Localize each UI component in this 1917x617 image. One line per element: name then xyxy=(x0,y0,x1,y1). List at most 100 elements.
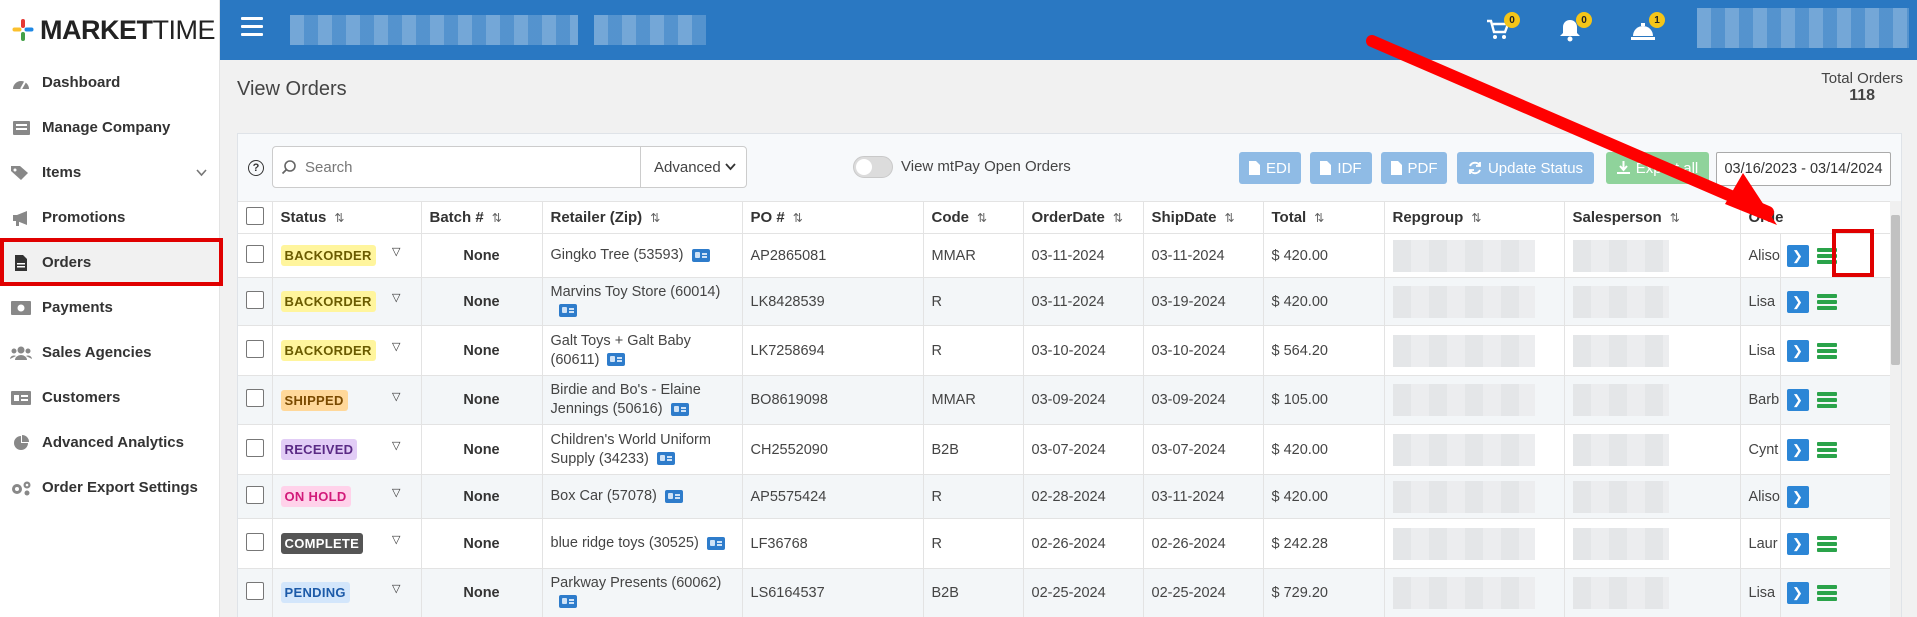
view-order-button[interactable]: ❯ xyxy=(1786,389,1809,411)
payment-card-icon[interactable] xyxy=(1816,584,1837,601)
cart-icon[interactable]: 0 xyxy=(1484,12,1520,44)
payment-card-icon[interactable] xyxy=(1816,342,1837,359)
advanced-search-dropdown[interactable]: Advanced xyxy=(640,147,746,187)
retailer-id-card-icon[interactable] xyxy=(558,595,577,609)
row-checkbox[interactable] xyxy=(245,290,264,309)
status-cell[interactable]: BACKORDER ▽ xyxy=(272,325,422,376)
export-all-button[interactable]: Export all xyxy=(1606,152,1709,184)
column-header-batch[interactable]: Batch # ⇅ xyxy=(421,201,543,234)
view-order-button[interactable]: ❯ xyxy=(1786,581,1809,604)
app-logo[interactable]: MARKETTIME xyxy=(0,0,219,60)
column-header-status[interactable]: Status ⇅ xyxy=(272,201,422,234)
table-row[interactable]: SHIPPED ▽ None Birdie and Bo's - Elaine Jen… xyxy=(238,375,1893,425)
row-select-cell[interactable] xyxy=(238,277,273,326)
column-header-repgroup[interactable]: Repgroup ⇅ xyxy=(1384,201,1565,234)
table-row[interactable]: PENDING ▽ None Parkway Presents (60062) LS61… xyxy=(238,568,1893,617)
notifications-bell-icon[interactable]: 0 xyxy=(1556,12,1592,44)
retailer-id-card-icon[interactable] xyxy=(706,536,725,550)
retailer-id-card-icon[interactable] xyxy=(664,489,683,503)
table-row[interactable]: BACKORDER ▽ None Marvins Toy Store (60014) L… xyxy=(238,277,1893,326)
table-row[interactable]: RECEIVED ▽ None Children's World Uniform Su… xyxy=(238,424,1893,475)
update-status-button[interactable]: Update Status xyxy=(1457,152,1594,184)
row-select-cell[interactable] xyxy=(238,325,273,376)
status-cell[interactable]: COMPLETE ▽ xyxy=(272,518,422,569)
row-checkbox[interactable] xyxy=(245,485,264,504)
scrollbar-thumb[interactable] xyxy=(1891,215,1900,365)
row-checkbox[interactable] xyxy=(245,532,264,551)
sidebar-item-promotions[interactable]: Promotions xyxy=(0,195,219,240)
status-dropdown-icon[interactable]: ▽ xyxy=(392,533,400,546)
select-all-header[interactable] xyxy=(238,201,273,234)
status-cell[interactable]: BACKORDER ▽ xyxy=(272,277,422,326)
sidebar-item-advanced-analytics[interactable]: Advanced Analytics xyxy=(0,420,219,465)
select-all-checkbox[interactable] xyxy=(245,206,264,225)
view-order-button[interactable]: ❯ xyxy=(1786,532,1809,555)
payment-card-icon[interactable] xyxy=(1816,441,1837,458)
table-row[interactable]: COMPLETE ▽ None blue ridge toys (30525) LF36… xyxy=(238,518,1893,569)
retailer-id-card-icon[interactable] xyxy=(607,353,626,367)
column-header-code[interactable]: Code ⇅ xyxy=(923,201,1024,234)
row-select-cell[interactable] xyxy=(238,375,273,425)
row-select-cell[interactable] xyxy=(238,568,273,617)
row-select-cell[interactable] xyxy=(238,424,273,475)
row-select-cell[interactable] xyxy=(238,518,273,569)
table-row[interactable]: ON HOLD ▽ None Box Car (57078) AP5575424 R 02-… xyxy=(238,474,1893,519)
status-cell[interactable]: RECEIVED ▽ xyxy=(272,424,422,475)
row-checkbox[interactable] xyxy=(245,339,264,358)
payment-card-icon[interactable] xyxy=(1816,392,1837,408)
sidebar-item-dashboard[interactable]: Dashboard xyxy=(0,60,219,105)
sidebar-item-customers[interactable]: Customers xyxy=(0,375,219,420)
retailer-id-card-icon[interactable] xyxy=(691,248,710,262)
row-checkbox[interactable] xyxy=(245,389,264,407)
status-dropdown-icon[interactable]: ▽ xyxy=(392,439,400,452)
pdf-button[interactable]: PDF xyxy=(1381,152,1447,184)
retailer-id-card-icon[interactable] xyxy=(670,402,689,416)
view-order-button[interactable]: ❯ xyxy=(1786,244,1809,267)
column-header-po[interactable]: PO # ⇅ xyxy=(742,201,924,234)
status-dropdown-icon[interactable]: ▽ xyxy=(392,390,400,403)
sidebar-item-manage-company[interactable]: Manage Company xyxy=(0,105,219,150)
status-dropdown-icon[interactable]: ▽ xyxy=(392,340,400,353)
sidebar-item-order-export-settings[interactable]: Order Export Settings xyxy=(0,465,219,510)
help-icon[interactable]: ? xyxy=(248,160,264,176)
column-header-ship-date[interactable]: ShipDate ⇅ xyxy=(1143,201,1264,234)
idf-button[interactable]: IDF xyxy=(1310,152,1372,184)
table-row[interactable]: BACKORDER ▽ None Gingko Tree (53593) AP28650… xyxy=(238,233,1893,278)
payment-card-icon[interactable] xyxy=(1816,535,1837,552)
status-cell[interactable]: PENDING ▽ xyxy=(272,568,422,617)
date-range-input[interactable]: 03/16/2023 - 03/14/2024 xyxy=(1716,152,1891,186)
search-input[interactable] xyxy=(305,147,640,187)
retailer-id-card-icon[interactable] xyxy=(558,304,577,318)
view-order-button[interactable]: ❯ xyxy=(1786,290,1809,313)
row-select-cell[interactable] xyxy=(238,474,273,519)
status-cell[interactable]: ON HOLD ▽ xyxy=(272,474,422,519)
column-header-order-date[interactable]: OrderDate ⇅ xyxy=(1023,201,1144,234)
mtpay-open-orders-toggle[interactable] xyxy=(853,156,893,178)
status-dropdown-icon[interactable]: ▽ xyxy=(392,291,400,304)
row-checkbox[interactable] xyxy=(245,438,264,457)
sidebar-item-payments[interactable]: Payments xyxy=(0,285,219,330)
table-scrollbar[interactable] xyxy=(1890,201,1901,617)
chevron-down-icon[interactable] xyxy=(196,164,207,181)
row-select-cell[interactable] xyxy=(238,233,273,278)
view-order-button[interactable]: ❯ xyxy=(1786,438,1809,461)
view-order-button[interactable]: ❯ xyxy=(1786,485,1809,508)
column-header-salesperson[interactable]: Salesperson ⇅ xyxy=(1564,201,1741,234)
payment-card-icon[interactable] xyxy=(1816,293,1837,310)
column-header-total[interactable]: Total ⇅ xyxy=(1263,201,1385,234)
status-dropdown-icon[interactable]: ▽ xyxy=(392,486,400,499)
view-order-button[interactable]: ❯ xyxy=(1786,339,1809,362)
menu-toggle-icon[interactable] xyxy=(241,17,263,39)
status-cell[interactable]: BACKORDER ▽ xyxy=(272,233,422,278)
sidebar-item-items[interactable]: Items xyxy=(0,150,219,195)
sidebar-item-sales-agencies[interactable]: Sales Agencies xyxy=(0,330,219,375)
row-checkbox[interactable] xyxy=(245,244,264,263)
table-row[interactable]: BACKORDER ▽ None Galt Toys + Galt Baby (606… xyxy=(238,325,1893,376)
redacted-user-name[interactable] xyxy=(1697,8,1909,48)
status-dropdown-icon[interactable]: ▽ xyxy=(392,582,400,595)
column-header-retailer[interactable]: Retailer (Zip) ⇅ xyxy=(542,201,743,234)
concierge-bell-icon[interactable]: 1 xyxy=(1629,12,1665,44)
status-dropdown-icon[interactable]: ▽ xyxy=(392,245,400,258)
status-cell[interactable]: SHIPPED ▽ xyxy=(272,375,422,425)
retailer-id-card-icon[interactable] xyxy=(656,452,675,466)
